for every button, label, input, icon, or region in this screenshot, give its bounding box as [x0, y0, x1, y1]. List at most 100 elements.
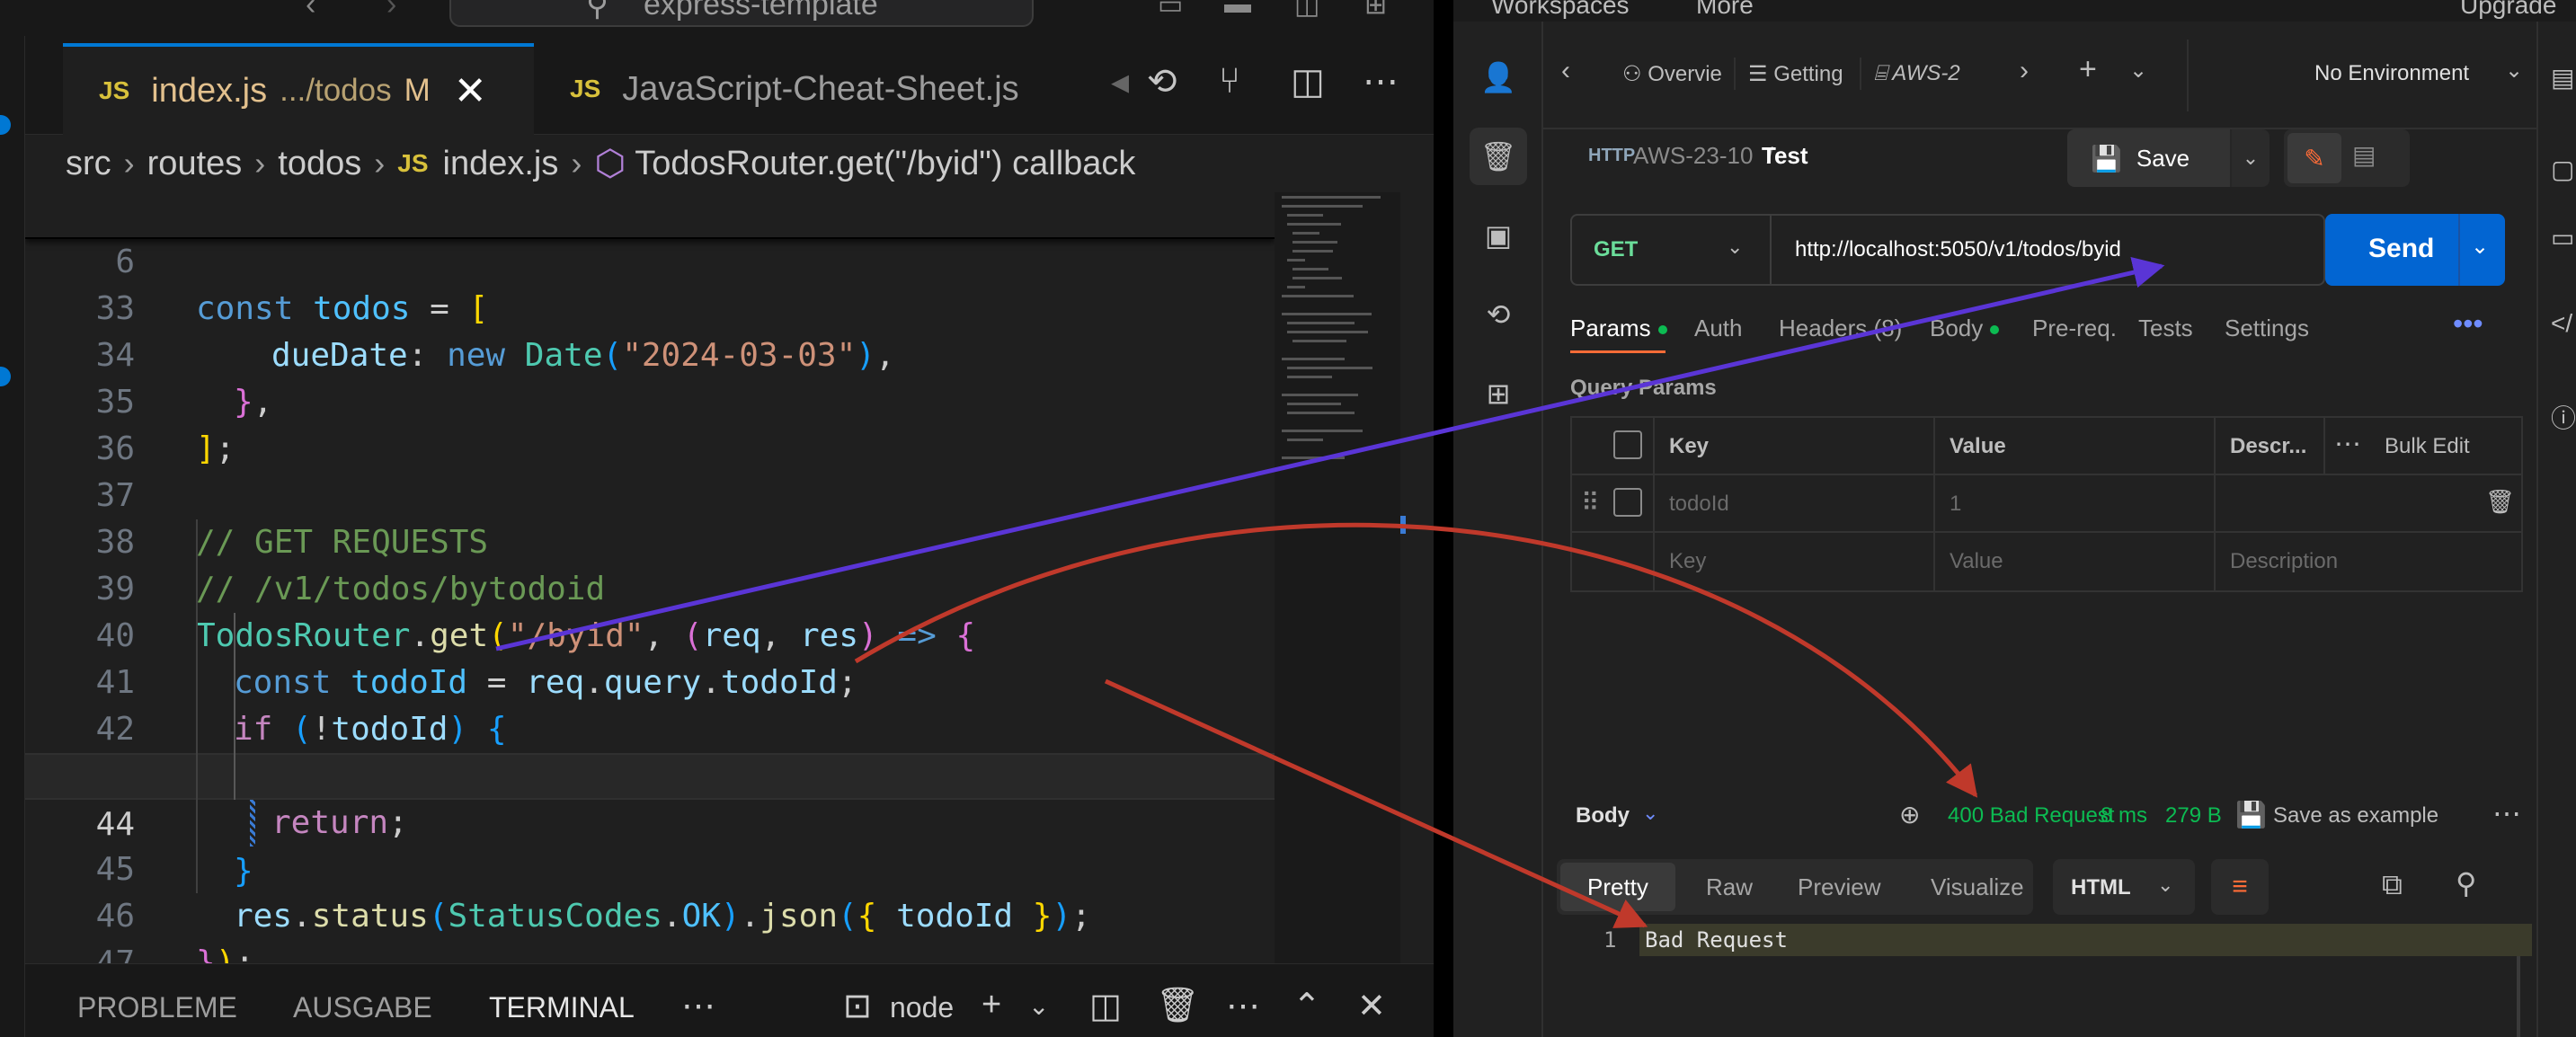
save-as-example-button[interactable]: Save as example: [2273, 803, 2438, 829]
breadcrumb-item[interactable]: routes: [147, 145, 243, 183]
key-placeholder[interactable]: Key: [1669, 549, 1706, 574]
split-terminal-icon[interactable]: ◫: [1089, 986, 1122, 1026]
more-actions-icon[interactable]: ⋯: [1363, 61, 1399, 102]
code-editor[interactable]: 6 const todos = [ 33 dueDate: new Date("…: [25, 192, 1275, 963]
code-icon[interactable]: </: [2551, 309, 2572, 338]
tab-headers[interactable]: Headers (8): [1779, 315, 1902, 342]
add-tab-icon[interactable]: +: [2079, 52, 2097, 87]
history-icon[interactable]: ⟲: [1470, 286, 1527, 343]
tab-terminal[interactable]: TERMINAL: [489, 991, 635, 1024]
breadcrumb-symbol[interactable]: TodosRouter.get("/byid") callback: [635, 145, 1135, 183]
trash-icon[interactable]: 🗑: [1156, 986, 1199, 1025]
globe-icon[interactable]: ⊕: [1899, 800, 1920, 829]
tab-overview[interactable]: ⚇ Overvie: [1622, 61, 1728, 87]
trash-icon[interactable]: 🗑: [2485, 488, 2515, 516]
back-arrow-icon[interactable]: ‹: [306, 0, 315, 22]
response-scrollbar[interactable]: [2517, 956, 2520, 1037]
tab-scroll-left-icon[interactable]: ◂: [1111, 61, 1129, 102]
tab-cheat-sheet[interactable]: JS JavaScript-Cheat-Sheet.js: [534, 43, 1100, 135]
chevron-down-icon[interactable]: ⌄: [1028, 991, 1049, 1021]
layout-panel-icon[interactable]: ▭: [1158, 0, 1183, 21]
view-preview[interactable]: Preview: [1798, 873, 1880, 901]
format-select[interactable]: HTML ⌄: [2053, 859, 2195, 915]
chevron-right-icon[interactable]: ›: [2020, 56, 2029, 86]
tab-settings[interactable]: Settings: [2225, 315, 2309, 342]
more-icon[interactable]: ⋯: [2334, 429, 2361, 460]
info-icon[interactable]: ⓘ: [2551, 399, 2576, 435]
response-body[interactable]: 1 Bad Request: [1557, 924, 2532, 956]
comment-icon[interactable]: ▭: [2551, 223, 2574, 253]
forward-arrow-icon[interactable]: ›: [386, 0, 396, 22]
documentation-icon[interactable]: ▤: [2551, 63, 2574, 93]
command-center-search[interactable]: ⚲ express-template: [449, 0, 1034, 27]
tab-pre-request[interactable]: Pre-req.: [2032, 315, 2117, 342]
source-control-compare-icon[interactable]: ⑂: [1219, 61, 1240, 102]
value-placeholder[interactable]: Value: [1950, 549, 2003, 574]
description-placeholder[interactable]: Description: [2230, 549, 2338, 574]
save-button[interactable]: 💾 Save: [2067, 129, 2245, 187]
close-panel-icon[interactable]: ✕: [1357, 986, 1386, 1026]
tab-auth[interactable]: Auth: [1694, 315, 1743, 342]
tab-getting-started[interactable]: ☰ Getting: [1748, 61, 1856, 87]
customize-layout-icon[interactable]: ⊞: [1364, 0, 1387, 21]
response-body-label[interactable]: Body: [1576, 803, 1630, 829]
collections-icon[interactable]: 👤: [1470, 49, 1527, 106]
more-options-icon[interactable]: ⋯: [2492, 796, 2521, 830]
split-editor-icon[interactable]: ◫: [1291, 61, 1325, 102]
environments-icon[interactable]: ▣: [1470, 207, 1527, 264]
view-pretty[interactable]: Pretty: [1560, 863, 1675, 911]
add-terminal-icon[interactable]: +: [982, 986, 1001, 1024]
tab-index-js[interactable]: JS index.js .../todos M ✕: [63, 43, 534, 135]
workspaces-menu[interactable]: Workspaces: [1491, 0, 1630, 20]
chevron-down-icon[interactable]: ⌄: [2129, 58, 2147, 84]
tab-body[interactable]: Body: [1930, 315, 2000, 342]
chevron-left-icon[interactable]: ‹: [1561, 56, 1570, 86]
layout-split-icon[interactable]: ◫: [1294, 0, 1319, 21]
comments-icon[interactable]: ▢: [2551, 155, 2574, 184]
terminal-name[interactable]: node: [890, 991, 954, 1024]
chevron-down-icon[interactable]: ⌄: [1642, 802, 1658, 825]
status-code[interactable]: 400 Bad Request: [1948, 803, 2114, 829]
breadcrumb-item[interactable]: index.js: [443, 145, 559, 183]
param-value[interactable]: 1: [1950, 492, 1961, 517]
copy-icon[interactable]: ⧉: [2382, 868, 2403, 902]
upgrade-button[interactable]: Upgrade: [2460, 0, 2556, 20]
chevron-down-icon[interactable]: ⌄: [1727, 235, 1743, 259]
more-tabs-icon[interactable]: ⋯: [681, 986, 715, 1026]
request-name[interactable]: Test: [1762, 142, 1808, 170]
more-actions-icon[interactable]: ⋯: [1226, 986, 1260, 1026]
tab-aws[interactable]: ⌸ AWS-2: [1874, 61, 1980, 86]
chevron-down-icon[interactable]: ⌄: [2505, 58, 2523, 84]
send-button[interactable]: Send ⌄: [2325, 214, 2505, 286]
breadcrumb-item[interactable]: src: [66, 145, 111, 183]
save-options-button[interactable]: ⌄: [2230, 129, 2270, 187]
comment-icon[interactable]: ▤: [2352, 140, 2376, 170]
view-raw[interactable]: Raw: [1706, 873, 1753, 901]
minimap-slider[interactable]: [1400, 516, 1406, 534]
apis-icon[interactable]: 🗑: [1470, 128, 1527, 185]
select-all-checkbox[interactable]: [1613, 430, 1642, 459]
response-time[interactable]: 8 ms: [2101, 803, 2147, 829]
add-apps-icon[interactable]: ⊞: [1470, 365, 1527, 422]
pencil-icon[interactable]: ✎: [2287, 133, 2341, 183]
row-checkbox[interactable]: [1613, 488, 1642, 517]
more-options-icon[interactable]: •••: [2453, 307, 2483, 341]
method-select[interactable]: GET: [1594, 237, 1638, 262]
environment-selector[interactable]: No Environment: [2314, 61, 2469, 86]
minimap[interactable]: [1275, 192, 1406, 963]
breadcrumb-item[interactable]: todos: [278, 145, 361, 183]
wrap-lines-icon[interactable]: ≡: [2211, 859, 2269, 915]
tab-tests[interactable]: Tests: [2138, 315, 2193, 342]
view-visualize[interactable]: Visualize: [1931, 873, 2024, 901]
bulk-edit-link[interactable]: Bulk Edit: [2385, 434, 2470, 459]
response-size[interactable]: 279 B: [2165, 803, 2222, 829]
tab-problems[interactable]: PROBLEME: [77, 991, 237, 1024]
param-key[interactable]: todoId: [1669, 492, 1729, 517]
maximize-panel-icon[interactable]: ⌃: [1292, 986, 1321, 1026]
search-icon[interactable]: ⚲: [2456, 866, 2476, 900]
close-icon[interactable]: ✕: [454, 68, 487, 114]
more-menu[interactable]: More: [1696, 0, 1754, 20]
chevron-down-icon[interactable]: ⌄: [2471, 234, 2489, 260]
timeline-icon[interactable]: ⟲: [1147, 61, 1177, 102]
tab-output[interactable]: AUSGABE: [293, 991, 432, 1024]
